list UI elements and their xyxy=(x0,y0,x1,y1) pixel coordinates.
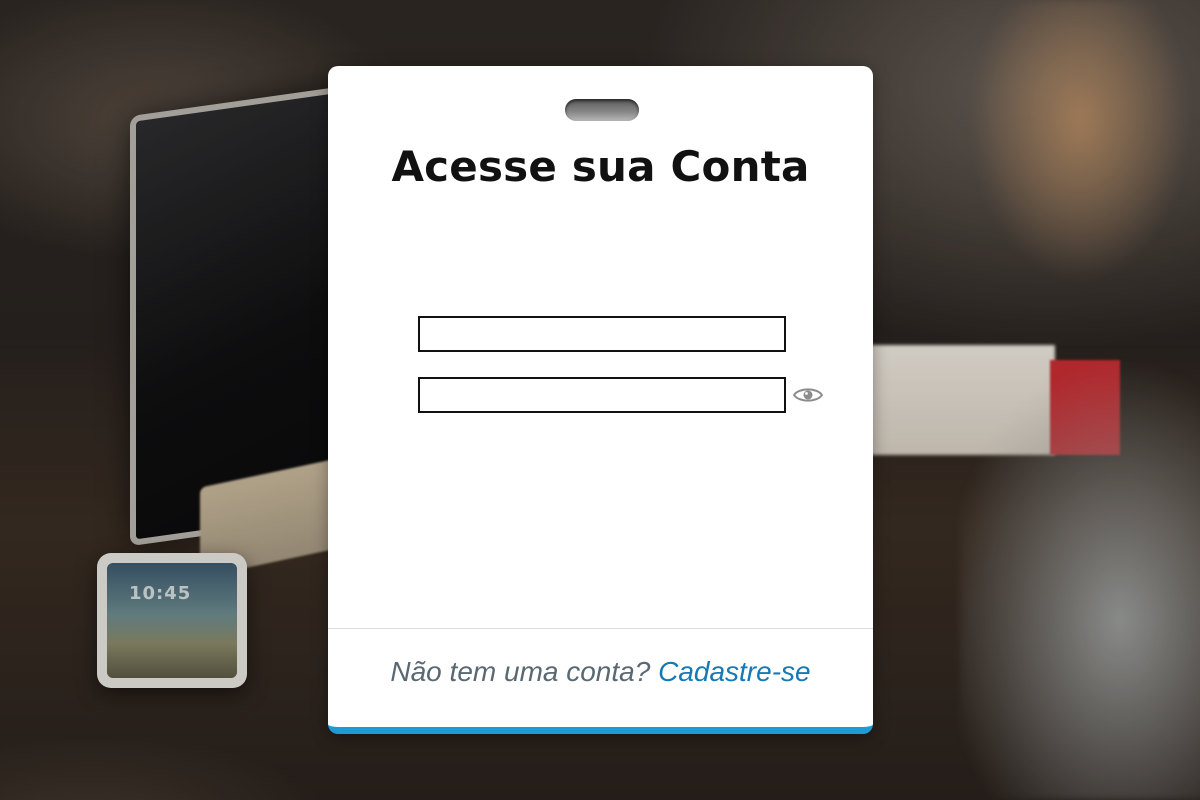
badge-slot xyxy=(565,99,639,121)
username-input[interactable] xyxy=(418,316,786,352)
password-input[interactable] xyxy=(418,377,786,413)
page-title: Acesse sua Conta xyxy=(391,142,810,191)
signup-question: Não tem uma conta? xyxy=(390,656,651,687)
signup-prompt: Não tem uma conta? Cadastre-se xyxy=(328,656,873,688)
login-card: Acesse sua Conta Não tem uma conta? Cada… xyxy=(328,66,873,734)
eye-icon xyxy=(793,388,823,402)
signup-link[interactable]: Cadastre-se xyxy=(658,656,811,687)
footer-divider xyxy=(328,628,873,629)
show-password-button[interactable] xyxy=(792,383,824,407)
